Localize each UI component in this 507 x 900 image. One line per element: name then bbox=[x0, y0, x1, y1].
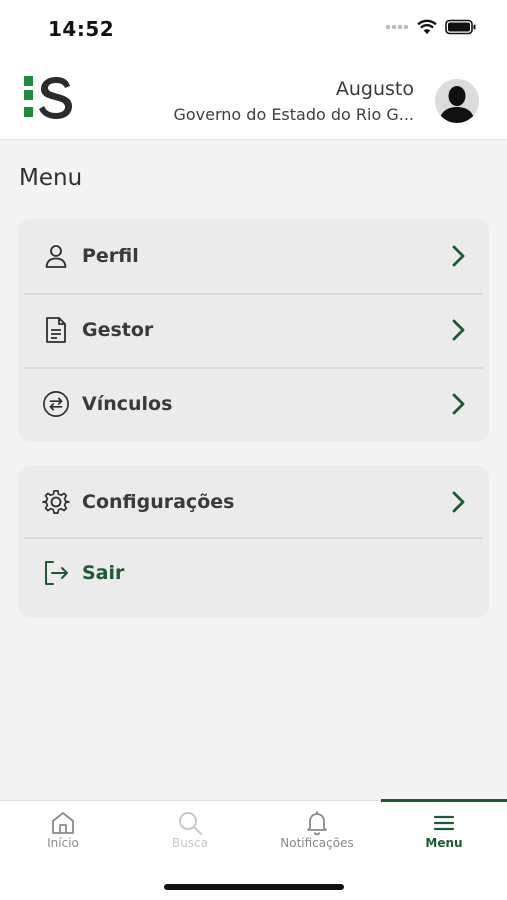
menu-card-secondary: Configurações Sair bbox=[18, 466, 489, 617]
menu-item-label: Configurações bbox=[82, 490, 235, 513]
nav-tab-inicio[interactable]: Início bbox=[0, 801, 126, 871]
gear-icon bbox=[42, 488, 70, 516]
menu-item-label: Gestor bbox=[82, 319, 154, 341]
home-icon bbox=[52, 812, 74, 834]
menu-item-label: Vínculos bbox=[82, 393, 173, 415]
status-time: 14:52 bbox=[48, 17, 115, 41]
battery-icon bbox=[445, 19, 476, 35]
menu-item-label: Perfil bbox=[82, 245, 139, 267]
document-icon bbox=[42, 316, 70, 344]
menu-icon bbox=[433, 815, 455, 831]
menu-item-perfil[interactable]: Perfil bbox=[18, 219, 489, 293]
menu-item-sair[interactable]: Sair bbox=[18, 537, 489, 608]
chevron-right-icon bbox=[452, 245, 465, 267]
user-organization: Governo do Estado do Rio G... bbox=[173, 105, 414, 124]
menu-item-gestor[interactable]: Gestor bbox=[18, 293, 489, 367]
status-bar: 14:52 bbox=[0, 0, 507, 58]
chevron-right-icon bbox=[452, 491, 465, 512]
bell-icon bbox=[307, 811, 327, 836]
logout-icon bbox=[42, 559, 70, 587]
nav-label: Menu bbox=[425, 836, 463, 850]
wifi-icon bbox=[417, 19, 437, 34]
status-icons bbox=[385, 19, 477, 35]
nav-label: Notificações bbox=[280, 836, 354, 850]
search-icon bbox=[179, 812, 202, 835]
menu-item-vinculos[interactable]: Vínculos bbox=[18, 367, 489, 441]
menu-item-configuracoes[interactable]: Configurações bbox=[18, 466, 489, 537]
menu-item-label: Sair bbox=[82, 561, 125, 584]
user-icon bbox=[42, 242, 70, 270]
nav-tab-busca[interactable]: Busca bbox=[127, 801, 253, 871]
signal-dots-icon bbox=[385, 24, 409, 30]
active-tab-indicator bbox=[381, 799, 507, 802]
menu-card-primary: Perfil Gestor Vínculos bbox=[18, 219, 489, 441]
user-name: Augusto bbox=[335, 78, 414, 100]
chevron-right-icon bbox=[452, 319, 465, 341]
exchange-icon bbox=[42, 390, 70, 418]
nav-tab-menu[interactable]: Menu bbox=[381, 799, 507, 871]
chevron-right-icon bbox=[452, 393, 465, 415]
nav-label: Início bbox=[47, 836, 79, 850]
app-logo[interactable] bbox=[22, 74, 78, 122]
nav-tab-notificacoes[interactable]: Notificações bbox=[254, 801, 380, 871]
avatar[interactable] bbox=[435, 79, 479, 123]
nav-label: Busca bbox=[171, 836, 209, 850]
page-title: Menu bbox=[19, 165, 83, 191]
person-silhouette-icon bbox=[435, 79, 479, 123]
app-header: Augusto Governo do Estado do Rio G... bbox=[0, 58, 507, 140]
home-indicator[interactable] bbox=[164, 884, 344, 890]
